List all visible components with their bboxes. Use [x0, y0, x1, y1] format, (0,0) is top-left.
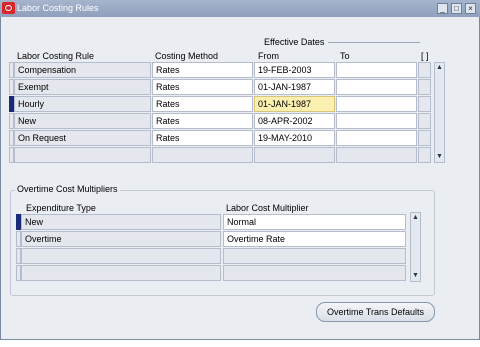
- from-date-cell-focused[interactable]: 01-JAN-1987: [254, 96, 335, 112]
- expenditure-type-cell-empty[interactable]: [21, 248, 221, 264]
- expenditure-type-cell[interactable]: Overtime: [21, 231, 221, 247]
- column-header-method: Costing Method: [155, 51, 219, 61]
- column-header-flex: [ ]: [421, 51, 429, 61]
- rule-name-cell[interactable]: Exempt: [14, 79, 151, 95]
- overtime-trans-defaults-button[interactable]: Overtime Trans Defaults: [316, 302, 435, 322]
- to-date-cell[interactable]: [336, 96, 417, 112]
- oracle-logo-icon: [2, 2, 15, 14]
- to-date-cell-empty[interactable]: [336, 147, 417, 163]
- from-date-cell[interactable]: 19-MAY-2010: [254, 130, 335, 146]
- to-date-cell[interactable]: [336, 62, 417, 78]
- minimize-icon[interactable]: _: [437, 3, 448, 14]
- rule-name-cell[interactable]: Compensation: [14, 62, 151, 78]
- scroll-up-icon[interactable]: ▲: [434, 63, 445, 73]
- maximize-icon[interactable]: □: [451, 3, 462, 14]
- to-date-cell[interactable]: [336, 130, 417, 146]
- column-header-labor-cost-multiplier: Labor Cost Multiplier: [226, 203, 309, 213]
- costing-method-cell[interactable]: Rates: [152, 96, 253, 112]
- window-title: Labor Costing Rules: [17, 3, 99, 13]
- column-header-to: To: [340, 51, 350, 61]
- flex-field-cell[interactable]: [418, 62, 431, 78]
- flex-field-cell[interactable]: [418, 113, 431, 129]
- costing-method-cell[interactable]: Rates: [152, 79, 253, 95]
- costing-method-cell[interactable]: Rates: [152, 113, 253, 129]
- scroll-down-icon[interactable]: ▼: [434, 152, 445, 162]
- flex-field-cell[interactable]: [418, 147, 431, 163]
- to-date-cell[interactable]: [336, 113, 417, 129]
- effective-dates-divider: [328, 42, 420, 43]
- rule-name-cell[interactable]: Hourly: [14, 96, 151, 112]
- column-header-from: From: [258, 51, 279, 61]
- costing-method-cell[interactable]: Rates: [152, 130, 253, 146]
- from-date-cell[interactable]: 08-APR-2002: [254, 113, 335, 129]
- labor-cost-multiplier-cell[interactable]: Overtime Rate: [223, 231, 406, 247]
- column-header-rule: Labor Costing Rule: [17, 51, 95, 61]
- labor-cost-multiplier-cell[interactable]: Normal: [223, 214, 406, 230]
- costing-method-cell-empty[interactable]: [152, 147, 253, 163]
- rule-name-cell[interactable]: New: [14, 113, 151, 129]
- close-icon[interactable]: ×: [465, 3, 476, 14]
- scroll-down-icon[interactable]: ▼: [410, 271, 421, 281]
- labor-cost-multiplier-cell-empty[interactable]: [223, 248, 406, 264]
- effective-dates-label: Effective Dates: [264, 37, 325, 47]
- from-date-cell[interactable]: 19-FEB-2003: [254, 62, 335, 78]
- scroll-up-icon[interactable]: ▲: [410, 213, 421, 223]
- rules-scrollbar[interactable]: [434, 62, 445, 163]
- from-date-cell[interactable]: 01-JAN-1987: [254, 79, 335, 95]
- flex-field-cell[interactable]: [418, 96, 431, 112]
- flex-field-cell[interactable]: [418, 130, 431, 146]
- flex-field-cell[interactable]: [418, 79, 431, 95]
- rule-name-cell[interactable]: On Request: [14, 130, 151, 146]
- from-date-cell-empty[interactable]: [254, 147, 335, 163]
- to-date-cell[interactable]: [336, 79, 417, 95]
- expenditure-type-cell[interactable]: New: [21, 214, 221, 230]
- column-header-expenditure-type: Expenditure Type: [26, 203, 96, 213]
- costing-method-cell[interactable]: Rates: [152, 62, 253, 78]
- labor-cost-multiplier-cell-empty[interactable]: [223, 265, 406, 281]
- overtime-group-title: Overtime Cost Multipliers: [15, 184, 120, 194]
- rule-name-cell-empty[interactable]: [14, 147, 151, 163]
- expenditure-type-cell-empty[interactable]: [21, 265, 221, 281]
